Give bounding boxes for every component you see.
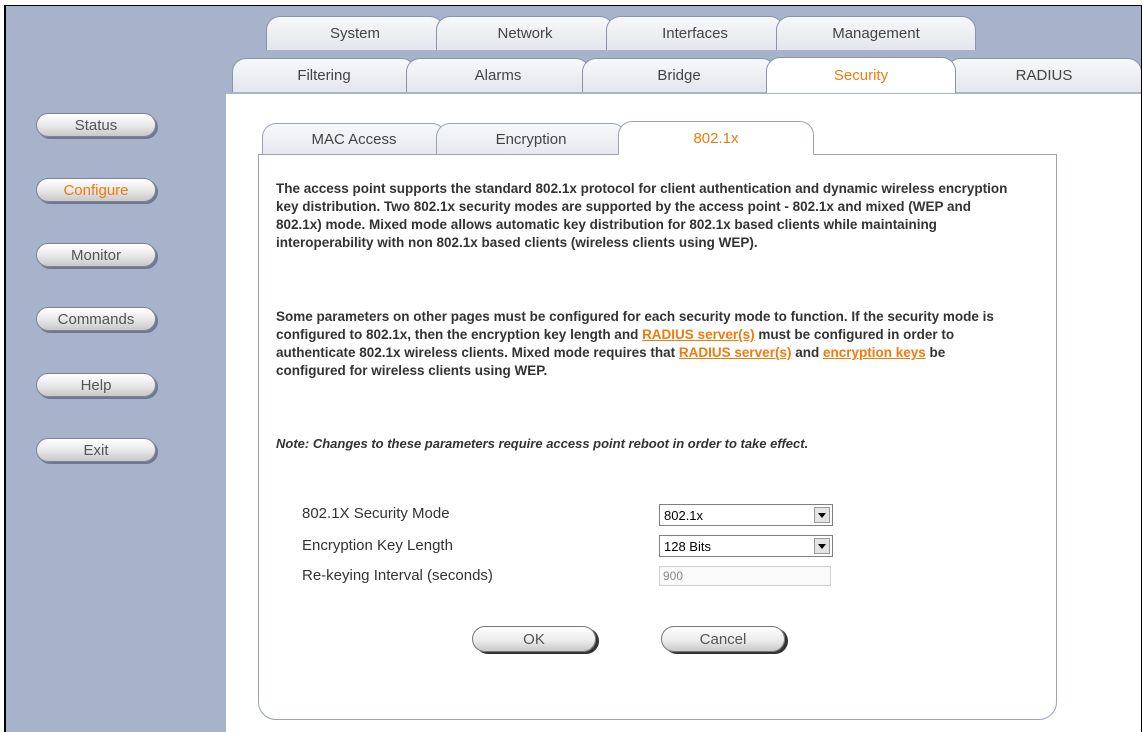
nav-exit-button[interactable]: Exit — [36, 438, 156, 462]
nav-configure-button[interactable]: Configure — [36, 178, 156, 202]
security-mode-value: 802.1x — [664, 507, 704, 523]
tab-security[interactable]: Security — [766, 57, 956, 93]
radius-servers-link-2[interactable]: RADIUS server(s) — [679, 345, 792, 360]
nav-status-button[interactable]: Status — [36, 113, 156, 137]
tab-radius[interactable]: RADIUS — [946, 58, 1141, 92]
security-mode-select[interactable]: 802.1x — [659, 504, 833, 526]
subtab-8021x[interactable]: 802.1x — [618, 121, 814, 155]
security-mode-label: 802.1X Security Mode — [302, 505, 450, 522]
tab-bridge[interactable]: Bridge — [582, 58, 776, 92]
tab-alarms[interactable]: Alarms — [406, 58, 590, 92]
chevron-down-icon[interactable] — [814, 538, 830, 554]
cancel-button[interactable]: Cancel — [661, 626, 785, 652]
description-paragraph-2: Some parameters on other pages must be c… — [276, 308, 1016, 380]
reboot-note: Note: Changes to these parameters requir… — [276, 436, 809, 451]
encryption-keys-link[interactable]: encryption keys — [823, 345, 926, 360]
subtab-encryption[interactable]: Encryption — [436, 123, 626, 155]
tab-network[interactable]: Network — [436, 16, 614, 50]
tab-interfaces[interactable]: Interfaces — [606, 16, 784, 50]
tab-filtering[interactable]: Filtering — [232, 58, 416, 92]
key-length-value: 128 Bits — [664, 538, 711, 554]
rekey-interval-label: Re-keying Interval (seconds) — [302, 567, 493, 584]
nav-monitor-button[interactable]: Monitor — [36, 243, 156, 267]
chevron-down-icon[interactable] — [814, 507, 830, 523]
tab-system[interactable]: System — [266, 16, 444, 50]
ok-button[interactable]: OK — [472, 626, 596, 652]
tab-management[interactable]: Management — [776, 16, 976, 50]
radius-servers-link-1[interactable]: RADIUS server(s) — [642, 327, 755, 342]
tab-bar: System Network Interfaces Management Fil… — [226, 6, 1141, 94]
key-length-select[interactable]: 128 Bits — [659, 535, 833, 557]
rekey-interval-input[interactable]: 900 — [659, 566, 831, 586]
subtab-mac-access[interactable]: MAC Access — [262, 123, 446, 155]
sidebar: Status Configure Monitor Commands Help E… — [6, 6, 226, 732]
nav-commands-button[interactable]: Commands — [36, 307, 156, 331]
description-paragraph-1: The access point supports the standard 8… — [276, 181, 1008, 250]
paragraph-2-text-c: and — [791, 345, 823, 360]
key-length-label: Encryption Key Length — [302, 537, 453, 554]
nav-help-button[interactable]: Help — [36, 373, 156, 397]
